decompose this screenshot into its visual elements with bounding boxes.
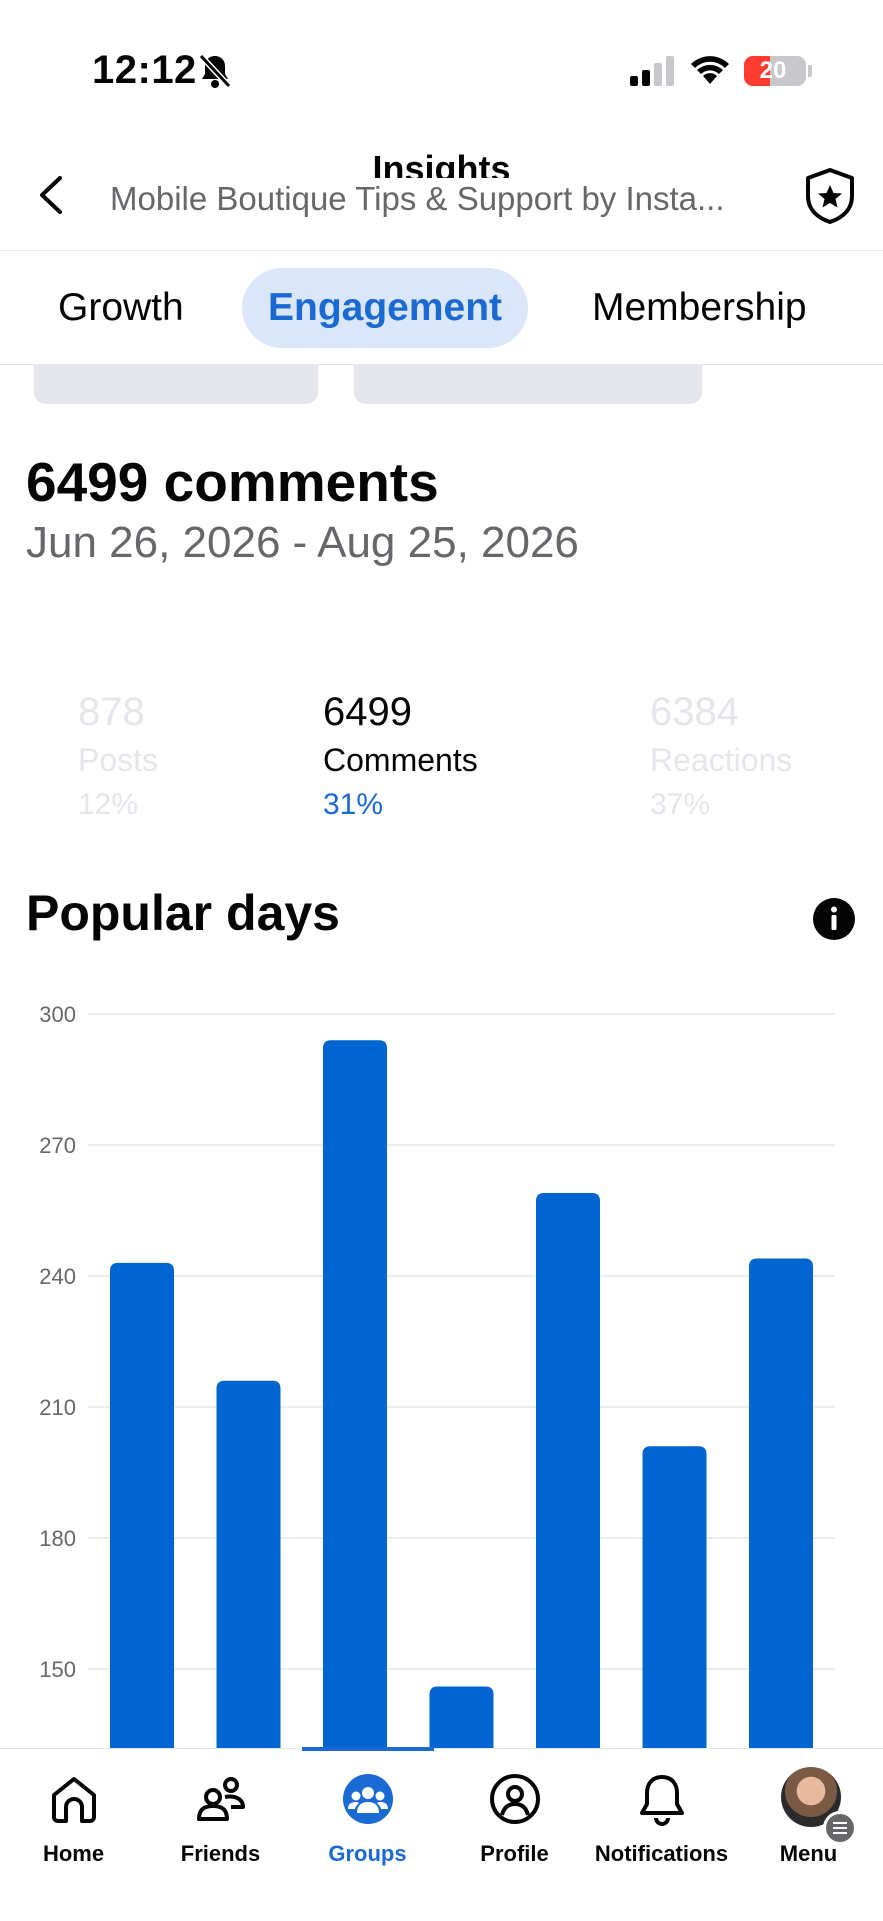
chart-bar-sat[interactable] (749, 1258, 813, 1750)
y-tick-label: 300 (39, 1002, 76, 1027)
y-tick-label: 150 (39, 1657, 76, 1682)
metric-posts-label: Posts (78, 742, 159, 778)
metric-posts[interactable]: 878 Posts 12% (78, 690, 158, 822)
nav-home[interactable]: Home (0, 1749, 147, 1879)
battery-icon: 20 (744, 56, 806, 86)
status-bar: 12:12 20 (0, 0, 883, 140)
metric-comments-value: 6499 (323, 690, 412, 734)
chart-bar-fri[interactable] (642, 1446, 707, 1750)
wifi-icon (691, 56, 729, 84)
metric-reactions[interactable]: 6384 Reactions 37% (650, 690, 792, 822)
chart-bar-mon[interactable] (216, 1380, 281, 1750)
chart-bar-sun[interactable] (110, 1262, 174, 1750)
insights-tabs: Growth Engagement Membership (0, 252, 883, 365)
bell-icon (640, 1775, 684, 1826)
y-tick-label: 210 (39, 1395, 76, 1420)
bottom-nav: Home Friends Groups Profile Notification… (0, 1747, 883, 1921)
popular-days-bar-chart: 150 180 210 240 270 300 (39, 1002, 835, 1750)
groups-icon (343, 1774, 393, 1824)
nav-profile-label: Profile (480, 1841, 549, 1866)
muted-bell-icon (198, 53, 232, 89)
metric-posts-percent: 12% (78, 788, 139, 821)
info-icon[interactable] (813, 898, 855, 940)
chart-bar-thu[interactable] (536, 1193, 600, 1750)
nav-notifications-label: Notifications (594, 1841, 729, 1866)
chart-bar-wed[interactable] (429, 1686, 494, 1750)
menu-badge-icon (823, 1811, 857, 1845)
popular-days-chart: 150 180 210 240 270 300 (0, 980, 883, 1750)
summary-date-range: Jun 26, 2026 - Aug 25, 2026 (26, 518, 579, 567)
nav-menu-label: Menu (779, 1841, 838, 1866)
battery-level: 20 (759, 57, 787, 84)
popular-days-title: Popular days (26, 885, 340, 941)
status-time: 12:12 (92, 48, 197, 92)
metric-reactions-value: 6384 (650, 690, 739, 734)
metric-reactions-label: Reactions (650, 742, 793, 778)
nav-groups-label: Groups (328, 1841, 407, 1866)
metric-comments-percent: 31% (323, 788, 384, 821)
chart-bar-tue[interactable] (323, 1040, 387, 1750)
friends-icon (197, 1777, 245, 1821)
nav-groups[interactable]: Groups (294, 1749, 441, 1879)
page-header: Insights Mobile Boutique Tips & Support … (0, 140, 883, 251)
group-name: Mobile Boutique Tips & Support by Insta.… (110, 180, 725, 217)
profile-icon (490, 1774, 540, 1824)
page-title: Insights (372, 148, 511, 178)
metric-reactions-percent: 37% (650, 788, 711, 821)
summary-count: 6499 comments (26, 451, 439, 513)
nav-menu[interactable]: Menu (735, 1749, 882, 1879)
metric-posts-value: 878 (78, 690, 145, 734)
nav-friends[interactable]: Friends (147, 1749, 294, 1879)
y-tick-label: 180 (39, 1526, 76, 1551)
home-icon (52, 1777, 96, 1823)
tab-growth[interactable]: Growth (32, 268, 210, 348)
nav-friends-label: Friends (180, 1841, 261, 1866)
cellular-signal-icon (630, 56, 674, 86)
nav-notifications[interactable]: Notifications (588, 1749, 735, 1879)
metric-comments[interactable]: 6499 Comments 31% (323, 690, 478, 822)
admin-shield-icon[interactable] (802, 166, 858, 226)
y-tick-label: 270 (39, 1133, 76, 1158)
tab-engagement[interactable]: Engagement (242, 268, 529, 348)
y-tick-label: 240 (39, 1264, 76, 1289)
tab-membership[interactable]: Membership (566, 268, 833, 348)
metric-comments-label: Comments (323, 742, 478, 778)
nav-profile[interactable]: Profile (441, 1749, 588, 1879)
nav-home-label: Home (42, 1841, 105, 1866)
